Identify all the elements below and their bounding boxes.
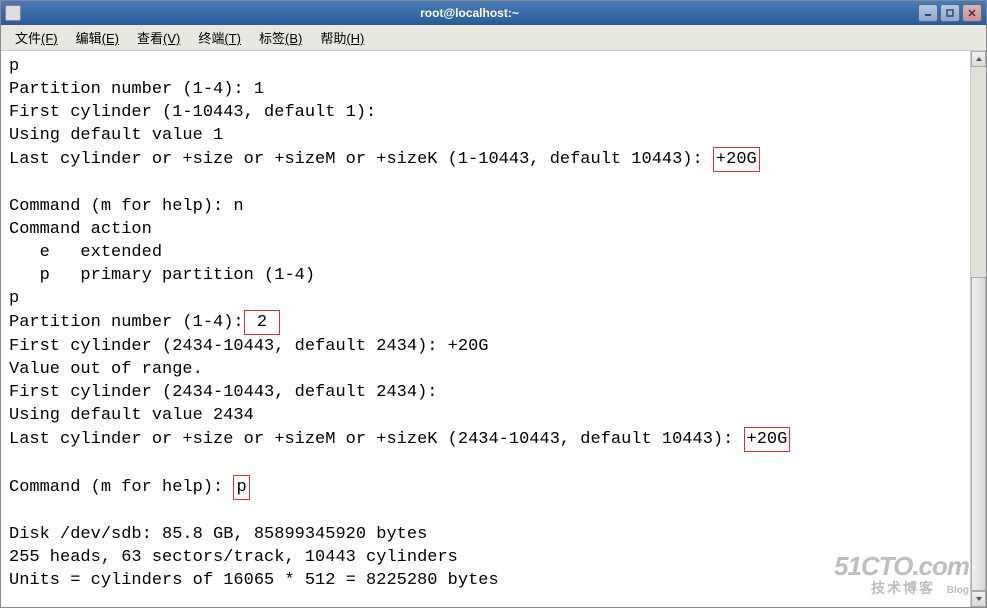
window-controls: [918, 4, 982, 22]
highlight-size-1: +20G: [713, 147, 760, 172]
menu-file[interactable]: 文件(F): [7, 25, 66, 50]
menu-terminal[interactable]: 终端(T): [190, 25, 249, 50]
close-button[interactable]: [962, 4, 982, 22]
terminal-line: 255 heads, 63 sectors/track, 10443 cylin…: [9, 548, 458, 567]
highlight-size-2: +20G: [744, 427, 791, 452]
menu-tabs[interactable]: 标签(B): [251, 25, 310, 50]
terminal-line: First cylinder (2434-10443, default 2434…: [9, 337, 488, 356]
terminal-line: Command action: [9, 220, 152, 239]
scroll-thumb[interactable]: [971, 277, 986, 591]
terminal-container: p Partition number (1-4): 1 First cylind…: [1, 51, 986, 607]
terminal-line: Value out of range.: [9, 360, 203, 379]
terminal-line: Using default value 2434: [9, 406, 254, 425]
terminal-line: Last cylinder or +size or +sizeM or +siz…: [9, 430, 744, 449]
menu-help[interactable]: 帮助(H): [312, 25, 372, 50]
terminal-line: Command (m for help):: [9, 478, 233, 497]
terminal-line: p: [9, 289, 19, 308]
maximize-button[interactable]: [940, 4, 960, 22]
scroll-track[interactable]: [971, 67, 986, 591]
terminal-line: First cylinder (1-10443, default 1):: [9, 103, 376, 122]
terminal-line: p primary partition (1-4): [9, 266, 315, 285]
terminal-line: Disk /dev/sdb: 85.8 GB, 85899345920 byte…: [9, 525, 427, 544]
minimize-button[interactable]: [918, 4, 938, 22]
vertical-scrollbar[interactable]: [970, 51, 986, 607]
titlebar[interactable]: root@localhost:~: [1, 1, 986, 25]
terminal-line: Partition number (1-4):: [9, 313, 244, 332]
terminal-line: First cylinder (2434-10443, default 2434…: [9, 383, 437, 402]
scroll-down-button[interactable]: [971, 591, 986, 607]
scroll-up-button[interactable]: [971, 51, 986, 67]
terminal-line: Units = cylinders of 16065 * 512 = 82252…: [9, 571, 499, 590]
titlebar-left: [5, 5, 21, 21]
menu-view[interactable]: 查看(V): [129, 25, 188, 50]
terminal-line: e extended: [9, 243, 162, 262]
terminal-output[interactable]: p Partition number (1-4): 1 First cylind…: [1, 51, 970, 607]
terminal-line: Last cylinder or +size or +sizeM or +siz…: [9, 150, 713, 169]
terminal-line: p: [9, 57, 19, 76]
terminal-line: Partition number (1-4): 1: [9, 80, 264, 99]
highlight-command-p: p: [233, 475, 249, 500]
terminal-line: Command (m for help): n: [9, 197, 244, 216]
window-title: root@localhost:~: [21, 6, 918, 20]
terminal-icon: [5, 5, 21, 21]
terminal-window: root@localhost:~ 文件(F) 编辑(E) 查看(V) 终端(T)…: [0, 0, 987, 608]
terminal-line: Using default value 1: [9, 126, 223, 145]
menu-edit[interactable]: 编辑(E): [68, 25, 127, 50]
highlight-partition-2: 2: [244, 310, 281, 335]
menubar: 文件(F) 编辑(E) 查看(V) 终端(T) 标签(B) 帮助(H): [1, 25, 986, 51]
